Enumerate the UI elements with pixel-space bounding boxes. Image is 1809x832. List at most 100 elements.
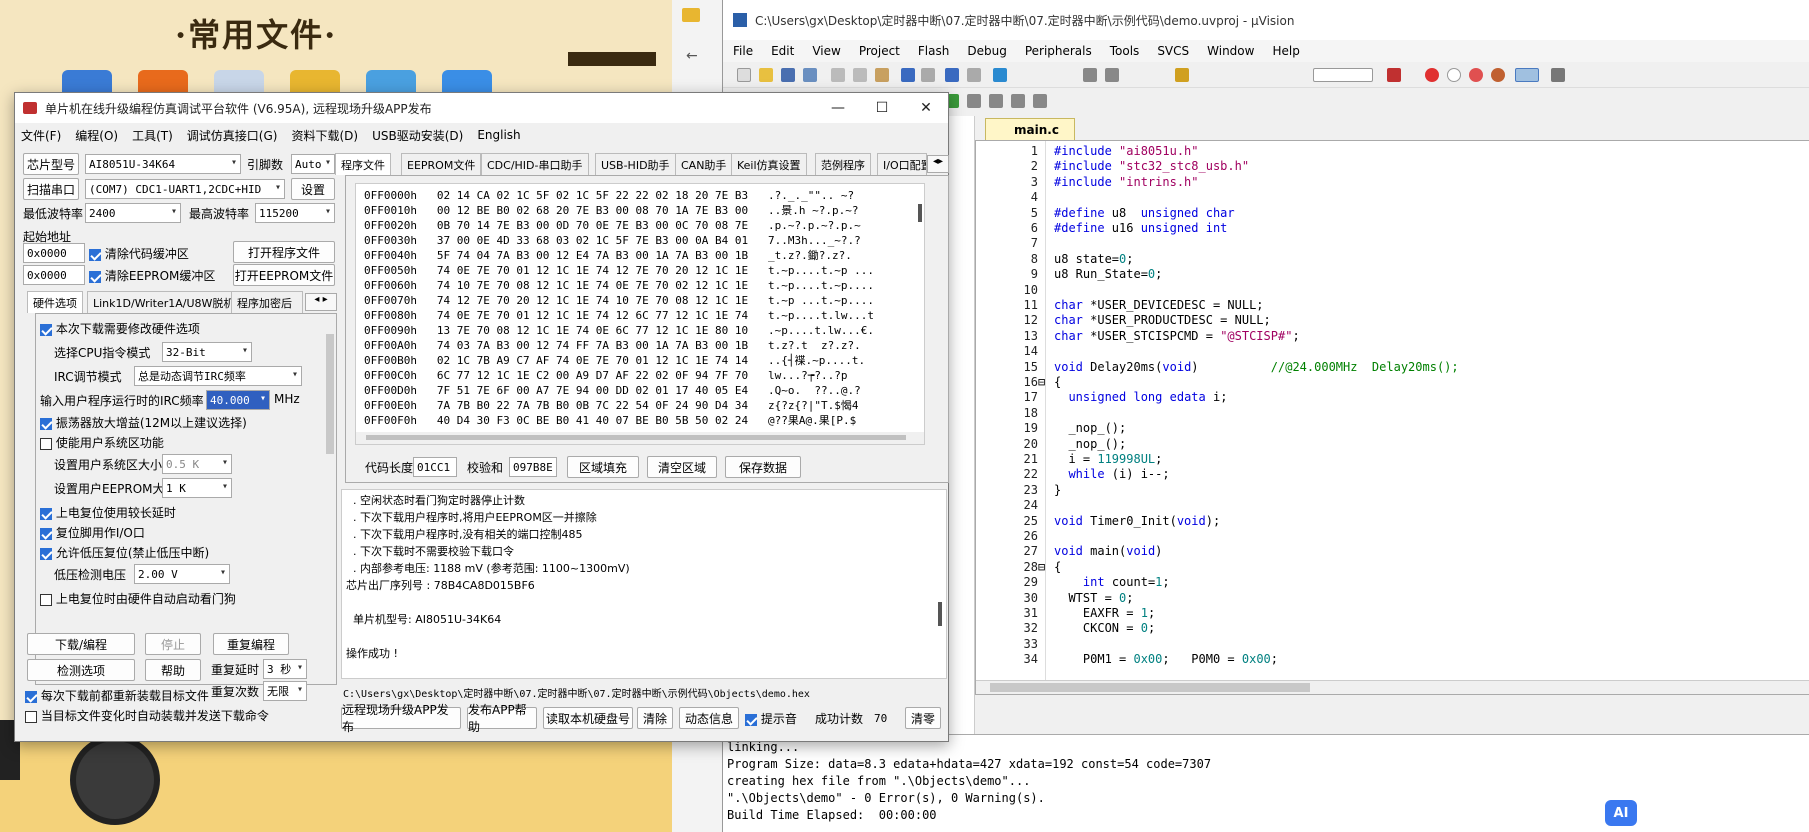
- reload-checkbox[interactable]: [25, 690, 37, 703]
- low-voltage-reset-option[interactable]: 允许低压复位(禁止低压中断): [40, 544, 209, 561]
- long-delay-checkbox[interactable]: [40, 507, 52, 520]
- breakpoint-disable-icon[interactable]: [1447, 68, 1461, 82]
- menu-svcs[interactable]: SVCS: [1157, 44, 1189, 58]
- max-baud-select[interactable]: 115200 ▾: [255, 203, 335, 223]
- read-disk-id-button[interactable]: 读取本机硬盘号: [543, 707, 633, 729]
- menu-edit[interactable]: Edit: [771, 44, 794, 58]
- irc-freq-input[interactable]: 40.000 ▾: [206, 390, 270, 410]
- tab-io-config[interactable]: I/O口配置: [877, 153, 927, 175]
- clear-eeprom-option[interactable]: 清除EEPROM缓冲区: [89, 267, 215, 284]
- reset-count-button[interactable]: 清零: [905, 707, 941, 729]
- modify-hw-checkbox[interactable]: [40, 323, 52, 336]
- code-editor[interactable]: 1 #include "ai8051u.h" 2 #include "stc32_st…: [975, 140, 1809, 695]
- osc-gain-checkbox[interactable]: [40, 417, 52, 430]
- redo-icon[interactable]: [921, 68, 935, 82]
- check-options-button[interactable]: 检测选项: [27, 659, 135, 681]
- back-arrow-icon[interactable]: ←: [686, 48, 698, 64]
- rte-icon[interactable]: [1011, 94, 1025, 108]
- clear-eeprom-checkbox[interactable]: [89, 270, 101, 283]
- tab-scroll-arrows[interactable]: ◂▸: [927, 155, 949, 173]
- ai-assistant-badge[interactable]: AI: [1605, 800, 1637, 826]
- eeprom-address-input[interactable]: 0x0000: [23, 265, 85, 285]
- osc-gain-option[interactable]: 振荡器放大增益(12M以上建议选择): [40, 414, 247, 431]
- auto-reload-checkbox[interactable]: [25, 710, 37, 723]
- menu-peripherals[interactable]: Peripherals: [1025, 44, 1092, 58]
- menu-tools[interactable]: Tools: [1110, 44, 1140, 58]
- clear-log-button[interactable]: 清除: [637, 707, 673, 729]
- menu-file[interactable]: File: [733, 44, 753, 58]
- dynamic-info-button[interactable]: 动态信息: [679, 707, 739, 729]
- nav-forward-icon[interactable]: [967, 68, 981, 82]
- menu-program[interactable]: 编程(O): [75, 127, 118, 144]
- nav-back-icon[interactable]: [945, 68, 959, 82]
- menu-downloads[interactable]: 资料下载(D): [291, 127, 358, 144]
- irc-mode-select[interactable]: 总是动态调节IRC频率 ▾: [134, 366, 302, 386]
- find-icon[interactable]: [1387, 68, 1401, 82]
- repeat-program-button[interactable]: 重复编程: [213, 633, 289, 655]
- open-folder-icon[interactable]: [759, 68, 773, 82]
- tab-program-file[interactable]: 程序文件: [335, 153, 391, 175]
- menu-tools[interactable]: 工具(T): [132, 127, 173, 144]
- menu-help[interactable]: Help: [1272, 44, 1299, 58]
- close-button[interactable]: ✕: [904, 93, 948, 123]
- select-pack-icon[interactable]: [989, 94, 1003, 108]
- vertical-scrollbar[interactable]: [918, 204, 922, 222]
- tab-main-c[interactable]: main.c: [985, 118, 1075, 140]
- publish-help-button[interactable]: 发布APP帮助: [467, 703, 537, 734]
- tab-hardware-options[interactable]: 硬件选项: [27, 291, 83, 313]
- modify-hw-option[interactable]: 本次下载需要修改硬件选项: [40, 320, 200, 337]
- tab-cdc-hid-serial[interactable]: CDC/HID-串口助手: [481, 153, 589, 175]
- tab-usb-hid[interactable]: USB-HID助手: [595, 153, 676, 175]
- pin-count-select[interactable]: Auto ▾: [291, 154, 335, 174]
- tab-eeprom-file[interactable]: EEPROM文件: [401, 153, 482, 175]
- debug-icon[interactable]: [1491, 68, 1505, 82]
- menu-project[interactable]: Project: [859, 44, 900, 58]
- settings-button[interactable]: 设置: [291, 178, 335, 200]
- menu-debug[interactable]: Debug: [967, 44, 1006, 58]
- tip-sound-option[interactable]: 提示音: [745, 710, 797, 727]
- min-baud-select[interactable]: 2400 ▾: [85, 203, 181, 223]
- breakpoint-icon[interactable]: [1425, 68, 1439, 82]
- low-voltage-select[interactable]: 2.00 V ▾: [134, 564, 230, 584]
- paste-icon[interactable]: [875, 68, 889, 82]
- minimize-button[interactable]: —: [816, 93, 860, 123]
- tab-keil-sim[interactable]: Keil仿真设置: [731, 153, 807, 175]
- horizontal-scrollbar[interactable]: [976, 680, 1809, 694]
- save-all-icon[interactable]: [803, 68, 817, 82]
- save-icon[interactable]: [781, 68, 795, 82]
- indent-icon[interactable]: [1083, 68, 1097, 82]
- tab-can[interactable]: CAN助手: [675, 153, 733, 175]
- user-sys-checkbox[interactable]: [40, 437, 52, 450]
- clear-code-option[interactable]: 清除代码缓冲区: [89, 245, 189, 262]
- repeat-count-select[interactable]: 无限 ▾: [263, 681, 307, 701]
- menu-debug-interface[interactable]: 调试仿真接口(G): [187, 127, 278, 144]
- scrollbar-thumb[interactable]: [990, 683, 1310, 692]
- stop-button[interactable]: 停止: [145, 633, 201, 655]
- tab-scroll-arrows[interactable]: ◂ ▸: [305, 293, 337, 311]
- auto-reload-option[interactable]: 当目标文件变化时自动装载并发送下载命令: [25, 707, 269, 724]
- clear-code-checkbox[interactable]: [89, 248, 101, 261]
- cut-icon[interactable]: [831, 68, 845, 82]
- sys-size-select[interactable]: 0.5 K ▾: [162, 454, 232, 474]
- tab-examples[interactable]: 范例程序: [815, 153, 871, 175]
- menu-usb-driver[interactable]: USB驱动安装(D): [372, 127, 463, 144]
- tab-encryption[interactable]: 程序加密后: [231, 291, 303, 313]
- kill-breakpoints-icon[interactable]: [1469, 68, 1483, 82]
- user-sys-option[interactable]: 使能用户系统区功能: [40, 434, 164, 451]
- long-delay-option[interactable]: 上电复位使用较长延时: [40, 504, 176, 521]
- tab-offline-writer[interactable]: Link1D/Writer1A/U8W脱机: [87, 291, 241, 313]
- reload-option[interactable]: 每次下载前都重新装载目标文件: [25, 687, 209, 704]
- clear-area-button[interactable]: 清空区域: [647, 456, 717, 478]
- scan-port-button[interactable]: 扫描串口: [23, 178, 79, 200]
- cpu-mode-select[interactable]: 32-Bit ▾: [162, 342, 252, 362]
- save-data-button[interactable]: 保存数据: [725, 456, 801, 478]
- port-select[interactable]: (COM7) CDC1-UART1,2CDC+HID ▾: [85, 179, 285, 199]
- find-combobox[interactable]: [1313, 68, 1373, 82]
- chip-model-select[interactable]: AI8051U-34K64 ▾: [85, 154, 241, 174]
- menu-english[interactable]: English: [477, 128, 520, 142]
- publish-app-button[interactable]: 远程现场升级APP发布: [341, 703, 461, 734]
- code-address-input[interactable]: 0x0000: [23, 243, 85, 263]
- find-in-files-icon[interactable]: [1175, 68, 1189, 82]
- unindent-icon[interactable]: [1105, 68, 1119, 82]
- reset-io-checkbox[interactable]: [40, 527, 52, 540]
